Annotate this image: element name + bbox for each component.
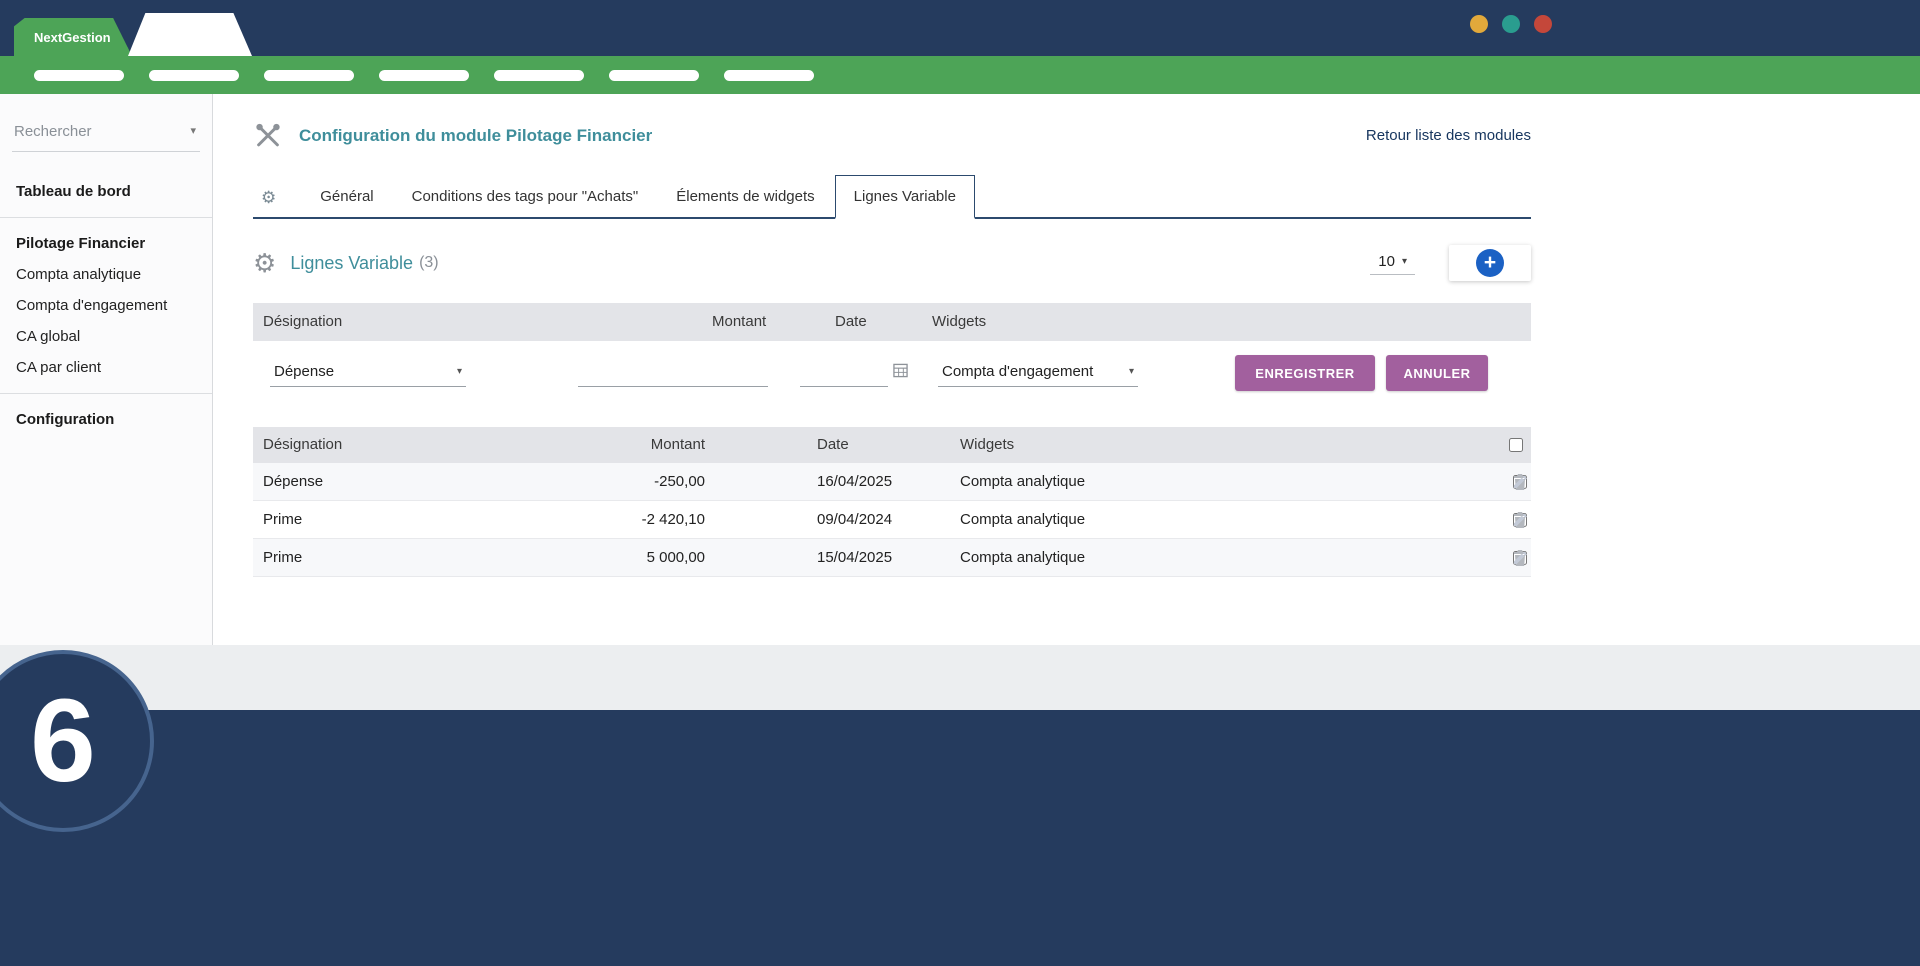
table-header-montant: Montant — [503, 427, 705, 463]
nav-pill[interactable] — [264, 70, 354, 81]
cell-widgets: Compta analytique — [960, 501, 1085, 539]
nav-pill[interactable] — [494, 70, 584, 81]
save-button[interactable]: ENREGISTRER — [1235, 355, 1375, 391]
tab-elements-widgets[interactable]: Élements de widgets — [658, 176, 832, 217]
cell-widgets: Compta analytique — [960, 539, 1085, 577]
cell-designation: Prime — [263, 501, 302, 539]
content-area: ▾ Tableau de bord Pilotage Financier Com… — [0, 94, 1920, 645]
new-line-form: Dépense ▾ Compta d'engagement — [253, 341, 1531, 407]
cell-date: 15/04/2025 — [817, 539, 892, 577]
sidebar-nav: Tableau de bord Pilotage Financier Compt… — [0, 176, 212, 435]
chevron-down-icon: ▾ — [1129, 366, 1134, 377]
cell-date: 16/04/2025 — [817, 463, 892, 501]
edit-icon[interactable] — [1513, 475, 1527, 489]
nav-pill[interactable] — [379, 70, 469, 81]
chevron-down-icon: ▾ — [457, 366, 462, 377]
column-header-montant: Montant — [712, 303, 766, 341]
window-maximize-dot[interactable] — [1502, 15, 1520, 33]
top-bar: NextGestion — [0, 0, 1920, 56]
tab-general[interactable]: Général — [302, 176, 391, 217]
sidebar-item-ca-global[interactable]: CA global — [0, 321, 212, 352]
sidebar-item-configuration[interactable]: Configuration — [0, 404, 212, 435]
bottom-spacer — [0, 645, 1920, 710]
window-minimize-dot[interactable] — [1470, 15, 1488, 33]
nav-pill[interactable] — [149, 70, 239, 81]
tab-bar: ⚙ Général Conditions des tags pour "Acha… — [253, 175, 1531, 219]
sidebar-search: ▾ — [12, 118, 200, 152]
cell-montant: -250,00 — [503, 463, 705, 501]
table-header-designation: Désignation — [263, 427, 342, 463]
calendar-icon[interactable] — [893, 363, 908, 378]
active-window-tab[interactable] — [128, 13, 252, 56]
form-column-headers: Désignation Montant Date Widgets — [253, 303, 1531, 341]
search-input[interactable] — [12, 118, 200, 151]
cell-designation: Dépense — [263, 463, 323, 501]
page-size-select[interactable]: 10 ▾ — [1370, 251, 1415, 275]
section-header: ⚙ Lignes Variable (3) 10 ▾ + — [253, 245, 1531, 281]
designation-select-value: Dépense — [274, 363, 334, 380]
montant-input[interactable] — [578, 357, 768, 387]
table-header-date: Date — [817, 427, 849, 463]
column-header-date: Date — [835, 303, 867, 341]
page-number: 6 — [30, 682, 96, 800]
sidebar: ▾ Tableau de bord Pilotage Financier Com… — [0, 94, 213, 645]
select-all-checkbox[interactable] — [1509, 438, 1523, 452]
cell-widgets: Compta analytique — [960, 463, 1085, 501]
page-header: Configuration du module Pilotage Financi… — [253, 94, 1531, 149]
sidebar-item-ca-par-client[interactable]: CA par client — [0, 352, 212, 383]
nav-pill[interactable] — [609, 70, 699, 81]
table-row: Dépense -250,00 16/04/2025 Compta analyt… — [253, 463, 1531, 501]
sidebar-divider — [0, 393, 212, 394]
search-dropdown-caret-icon[interactable]: ▾ — [190, 124, 196, 137]
tools-icon — [253, 122, 283, 149]
section-title: Lignes Variable — [290, 253, 413, 274]
cell-date: 09/04/2024 — [817, 501, 892, 539]
table-header-widgets: Widgets — [960, 427, 1014, 463]
sidebar-divider — [0, 217, 212, 218]
tab-lignes-variable[interactable]: Lignes Variable — [835, 175, 975, 219]
widgets-select-value: Compta d'engagement — [942, 363, 1093, 380]
table-row: Prime 5 000,00 15/04/2025 Compta analyti… — [253, 539, 1531, 577]
back-to-modules-link[interactable]: Retour liste des modules — [1366, 127, 1531, 144]
main-nav-bar — [0, 56, 1920, 94]
section-count: (3) — [419, 254, 439, 272]
sidebar-item-compta-analytique[interactable]: Compta analytique — [0, 259, 212, 290]
date-input[interactable] — [800, 357, 888, 387]
nav-pill[interactable] — [34, 70, 124, 81]
footer-band — [0, 710, 1920, 966]
cell-designation: Prime — [263, 539, 302, 577]
gear-icon: ⚙ — [253, 250, 276, 276]
edit-icon[interactable] — [1513, 513, 1527, 527]
column-header-designation: Désignation — [263, 303, 342, 341]
cancel-button[interactable]: ANNULER — [1386, 355, 1488, 391]
page-title: Configuration du module Pilotage Financi… — [299, 126, 652, 146]
nav-pill[interactable] — [724, 70, 814, 81]
widgets-select[interactable]: Compta d'engagement ▾ — [938, 357, 1138, 387]
page-size-value: 10 — [1378, 253, 1395, 270]
brand-tab[interactable]: NextGestion — [14, 18, 132, 56]
sidebar-item-compta-engagement[interactable]: Compta d'engagement — [0, 290, 212, 321]
window-controls — [1470, 15, 1552, 33]
sidebar-item-pilotage-financier[interactable]: Pilotage Financier — [0, 228, 212, 259]
lines-table: Désignation Montant Date Widgets Dépense… — [253, 427, 1531, 577]
add-line-button[interactable]: + — [1449, 245, 1531, 281]
table-row: Prime -2 420,10 09/04/2024 Compta analyt… — [253, 501, 1531, 539]
designation-select[interactable]: Dépense ▾ — [270, 357, 466, 387]
tab-conditions-tags-achats[interactable]: Conditions des tags pour "Achats" — [394, 176, 657, 217]
gear-icon: ⚙ — [261, 188, 276, 208]
table-header-row: Désignation Montant Date Widgets — [253, 427, 1531, 463]
plus-icon: + — [1476, 249, 1504, 277]
column-header-widgets: Widgets — [932, 303, 986, 341]
cell-montant: 5 000,00 — [503, 539, 705, 577]
main-panel: Configuration du module Pilotage Financi… — [213, 94, 1920, 645]
chevron-down-icon: ▾ — [1402, 256, 1407, 267]
cell-montant: -2 420,10 — [503, 501, 705, 539]
edit-icon[interactable] — [1513, 551, 1527, 565]
sidebar-item-tableau-de-bord[interactable]: Tableau de bord — [0, 176, 212, 207]
window-close-dot[interactable] — [1534, 15, 1552, 33]
